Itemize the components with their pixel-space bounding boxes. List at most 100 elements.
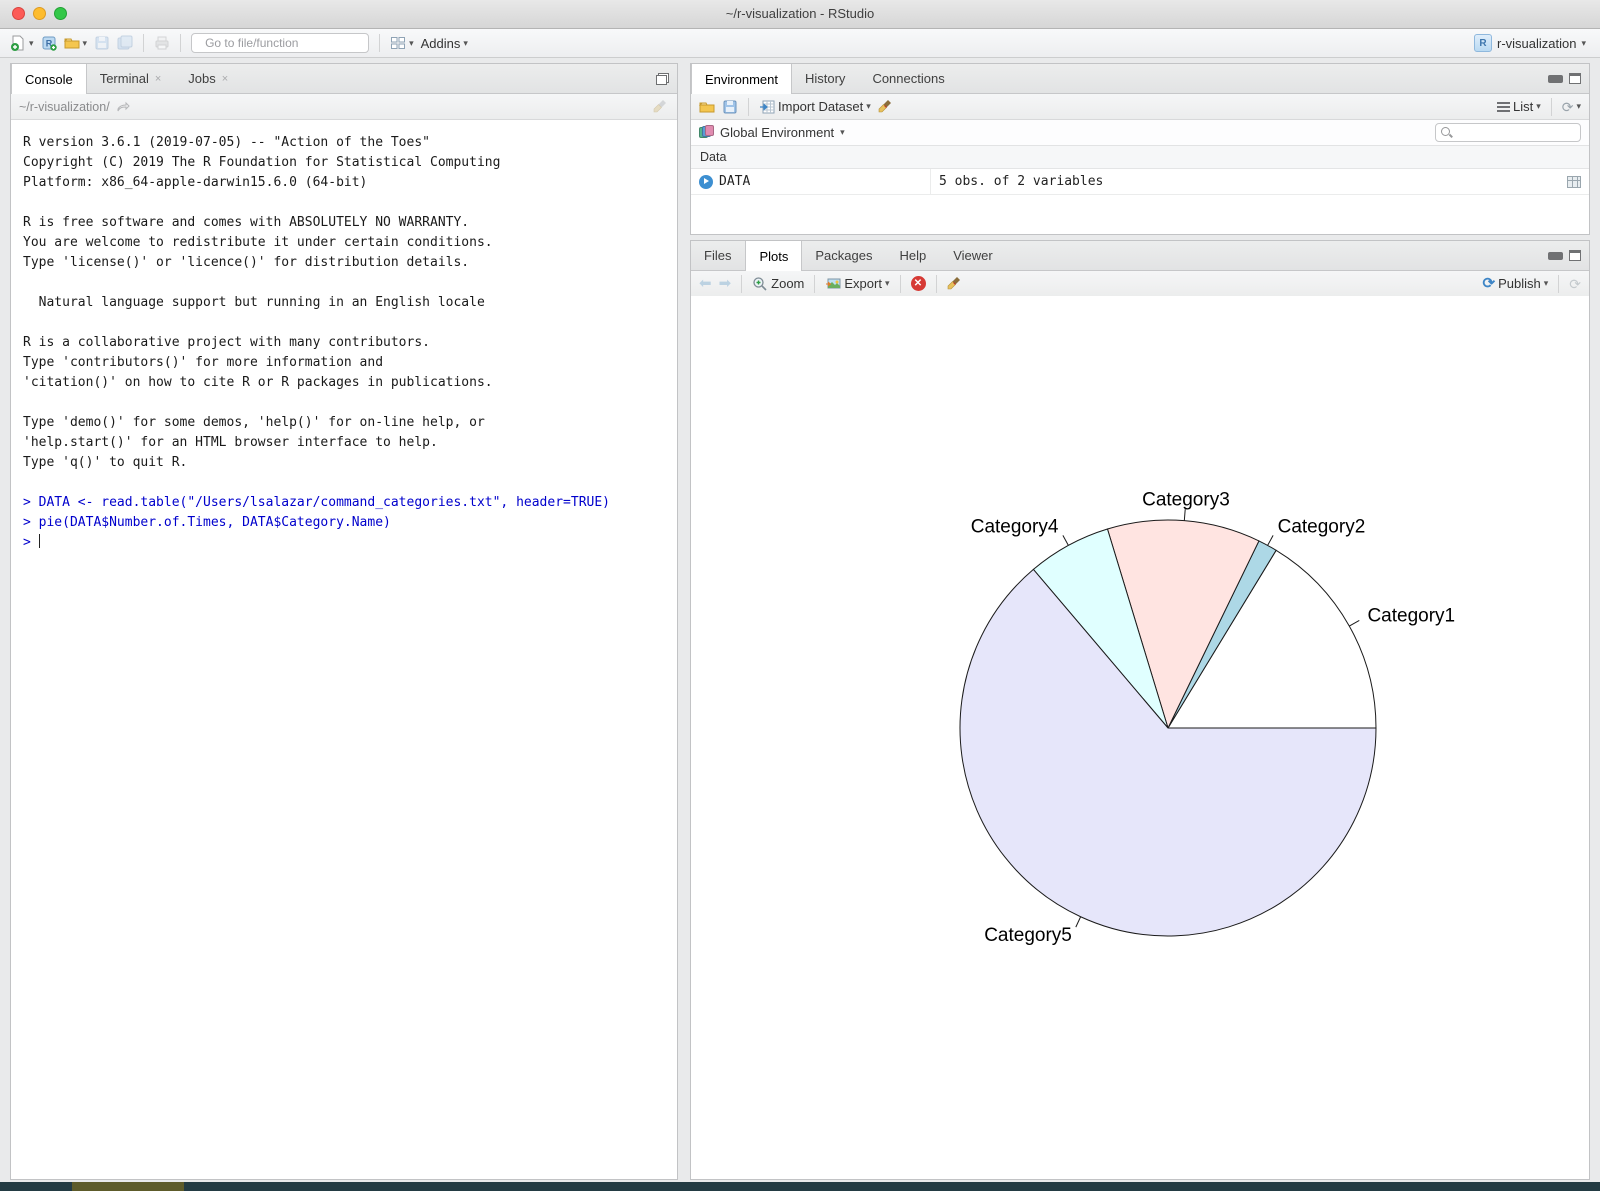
tab-history[interactable]: History: [792, 64, 859, 93]
zoom-plot-button[interactable]: Zoom: [752, 276, 804, 292]
console-output-line: Type 'demo()' for some demos, 'help()' f…: [23, 413, 665, 433]
project-name: r-visualization: [1497, 36, 1576, 51]
global-environment-label[interactable]: Global Environment: [720, 125, 834, 140]
console-command-line: > DATA <- read.table("/Users/lsalazar/co…: [23, 493, 665, 513]
addins-label: Addins: [421, 36, 461, 51]
open-file-button[interactable]: ▾: [64, 35, 88, 51]
minimize-environment-pane-icon[interactable]: [1548, 75, 1563, 83]
project-caret-icon: ▾: [1581, 39, 1586, 48]
save-workspace-icon[interactable]: [722, 99, 738, 115]
tab-connections[interactable]: Connections: [859, 64, 958, 93]
next-plot-button[interactable]: ➡: [719, 276, 732, 291]
goto-file-search[interactable]: [191, 33, 369, 53]
pie-slice-label: Category5: [984, 925, 1072, 946]
data-section-header: Data: [691, 146, 1589, 169]
environment-list-view-button[interactable]: List ▾: [1497, 99, 1541, 114]
new-project-button[interactable]: R: [41, 35, 57, 51]
tab-viewer[interactable]: Viewer: [940, 241, 1007, 270]
toolbar-separator: [814, 275, 815, 293]
expand-object-icon[interactable]: [699, 175, 713, 189]
import-dataset-button[interactable]: Import Dataset ▾: [759, 99, 871, 115]
pie-label-tick: [1184, 509, 1185, 520]
previous-plot-button[interactable]: ⬅: [699, 276, 712, 291]
addins-button[interactable]: Addins ▾: [421, 36, 468, 51]
publish-plot-button[interactable]: ⟳ Publish ▾: [1483, 276, 1549, 291]
environment-toolbar: Import Dataset ▾ List ▾ ⟳ ▾: [691, 94, 1589, 120]
refresh-plot-icon[interactable]: ⟳: [1569, 277, 1581, 291]
panes-caret-icon[interactable]: ▾: [409, 39, 414, 48]
tab-packages-label: Packages: [815, 248, 872, 263]
console-path-bar: ~/r-visualization/: [11, 94, 677, 120]
tab-terminal[interactable]: Terminal ×: [87, 64, 176, 93]
tab-jobs-label: Jobs: [188, 71, 215, 86]
console-output-line: You are welcome to redistribute it under…: [23, 233, 665, 253]
goto-directory-icon[interactable]: [117, 101, 130, 112]
tab-terminal-close-icon[interactable]: ×: [155, 73, 161, 85]
export-caret-icon: ▾: [885, 279, 890, 288]
tab-plots-label: Plots: [759, 249, 788, 264]
list-view-label: List: [1513, 99, 1533, 114]
environment-search-input[interactable]: [1457, 125, 1575, 141]
minimize-plots-pane-icon[interactable]: [1548, 252, 1563, 260]
maximize-environment-pane-icon[interactable]: [1569, 73, 1581, 84]
environment-search-box[interactable]: [1435, 123, 1581, 142]
export-image-icon: [825, 276, 841, 292]
console-output-line: [23, 313, 665, 333]
remove-plot-button[interactable]: ✕: [911, 276, 926, 291]
console-output-line: [23, 393, 665, 413]
plots-toolbar: ⬅ ➡ Zoom Export ▾ ✕ ⟳ Publish ▾ ⟳: [691, 271, 1589, 297]
console-tabstrip: Console Terminal × Jobs ×: [11, 64, 677, 94]
tab-files[interactable]: Files: [691, 241, 745, 270]
environment-tabstrip: Environment History Connections: [691, 64, 1589, 94]
console-output-line: R is a collaborative project with many c…: [23, 333, 665, 353]
maximize-plots-pane-icon[interactable]: [1569, 250, 1581, 261]
console-pane: Console Terminal × Jobs × ~/r-visualizat…: [10, 63, 678, 1180]
tab-files-label: Files: [704, 248, 731, 263]
maximize-console-pane-icon[interactable]: [656, 73, 669, 85]
tab-console[interactable]: Console: [11, 64, 87, 94]
zoom-plot-label: Zoom: [771, 276, 804, 291]
console-output-line: Copyright (C) 2019 The R Foundation for …: [23, 153, 665, 173]
load-workspace-icon[interactable]: [699, 99, 715, 115]
clear-console-broom-icon[interactable]: [653, 99, 669, 115]
print-button[interactable]: [154, 35, 170, 51]
open-file-caret-icon[interactable]: ▾: [83, 39, 88, 48]
global-environment-caret-icon[interactable]: ▾: [840, 128, 845, 137]
save-button[interactable]: [94, 35, 110, 51]
tab-jobs-close-icon[interactable]: ×: [222, 73, 228, 85]
view-table-icon[interactable]: [1567, 176, 1581, 188]
import-dataset-label: Import Dataset: [778, 99, 863, 114]
print-icon: [154, 35, 170, 51]
tab-help[interactable]: Help: [886, 241, 940, 270]
clear-all-plots-broom-icon[interactable]: [947, 276, 963, 292]
save-all-icon: [117, 35, 133, 51]
new-file-caret-icon[interactable]: ▾: [29, 39, 34, 48]
export-plot-button[interactable]: Export ▾: [825, 276, 889, 292]
toolbar-separator: [1558, 275, 1559, 293]
refresh-icon: ⟳: [1562, 100, 1574, 114]
title-bar: ~/r-visualization - RStudio: [0, 0, 1600, 29]
console-output-line: R is free software and comes with ABSOLU…: [23, 213, 665, 233]
tab-console-label: Console: [25, 72, 73, 87]
tab-plots[interactable]: Plots: [745, 241, 802, 271]
toolbar-separator: [143, 34, 144, 52]
search-icon: [1441, 127, 1453, 139]
workspace-panes-button[interactable]: ▾: [390, 35, 414, 51]
project-menu-button[interactable]: R r-visualization ▾: [1474, 34, 1586, 52]
new-file-button[interactable]: ▾: [10, 35, 34, 51]
tab-jobs[interactable]: Jobs ×: [175, 64, 242, 93]
refresh-environment-button[interactable]: ⟳ ▾: [1562, 100, 1581, 114]
console-output-line: R version 3.6.1 (2019-07-05) -- "Action …: [23, 133, 665, 153]
tab-environment[interactable]: Environment: [691, 64, 792, 94]
environment-object-row[interactable]: DATA 5 obs. of 2 variables: [691, 169, 1589, 195]
console-output[interactable]: R version 3.6.1 (2019-07-05) -- "Action …: [11, 120, 677, 1179]
console-output-line: [23, 473, 665, 493]
clear-environment-broom-icon[interactable]: [878, 99, 894, 115]
console-prompt: >: [23, 535, 31, 550]
tab-packages[interactable]: Packages: [802, 241, 886, 270]
pie-slice-label: Category3: [1142, 489, 1230, 510]
save-all-button[interactable]: [117, 35, 133, 51]
goto-file-input[interactable]: [203, 35, 362, 51]
publish-caret-icon: ▾: [1544, 279, 1549, 288]
list-view-icon: [1497, 102, 1510, 112]
